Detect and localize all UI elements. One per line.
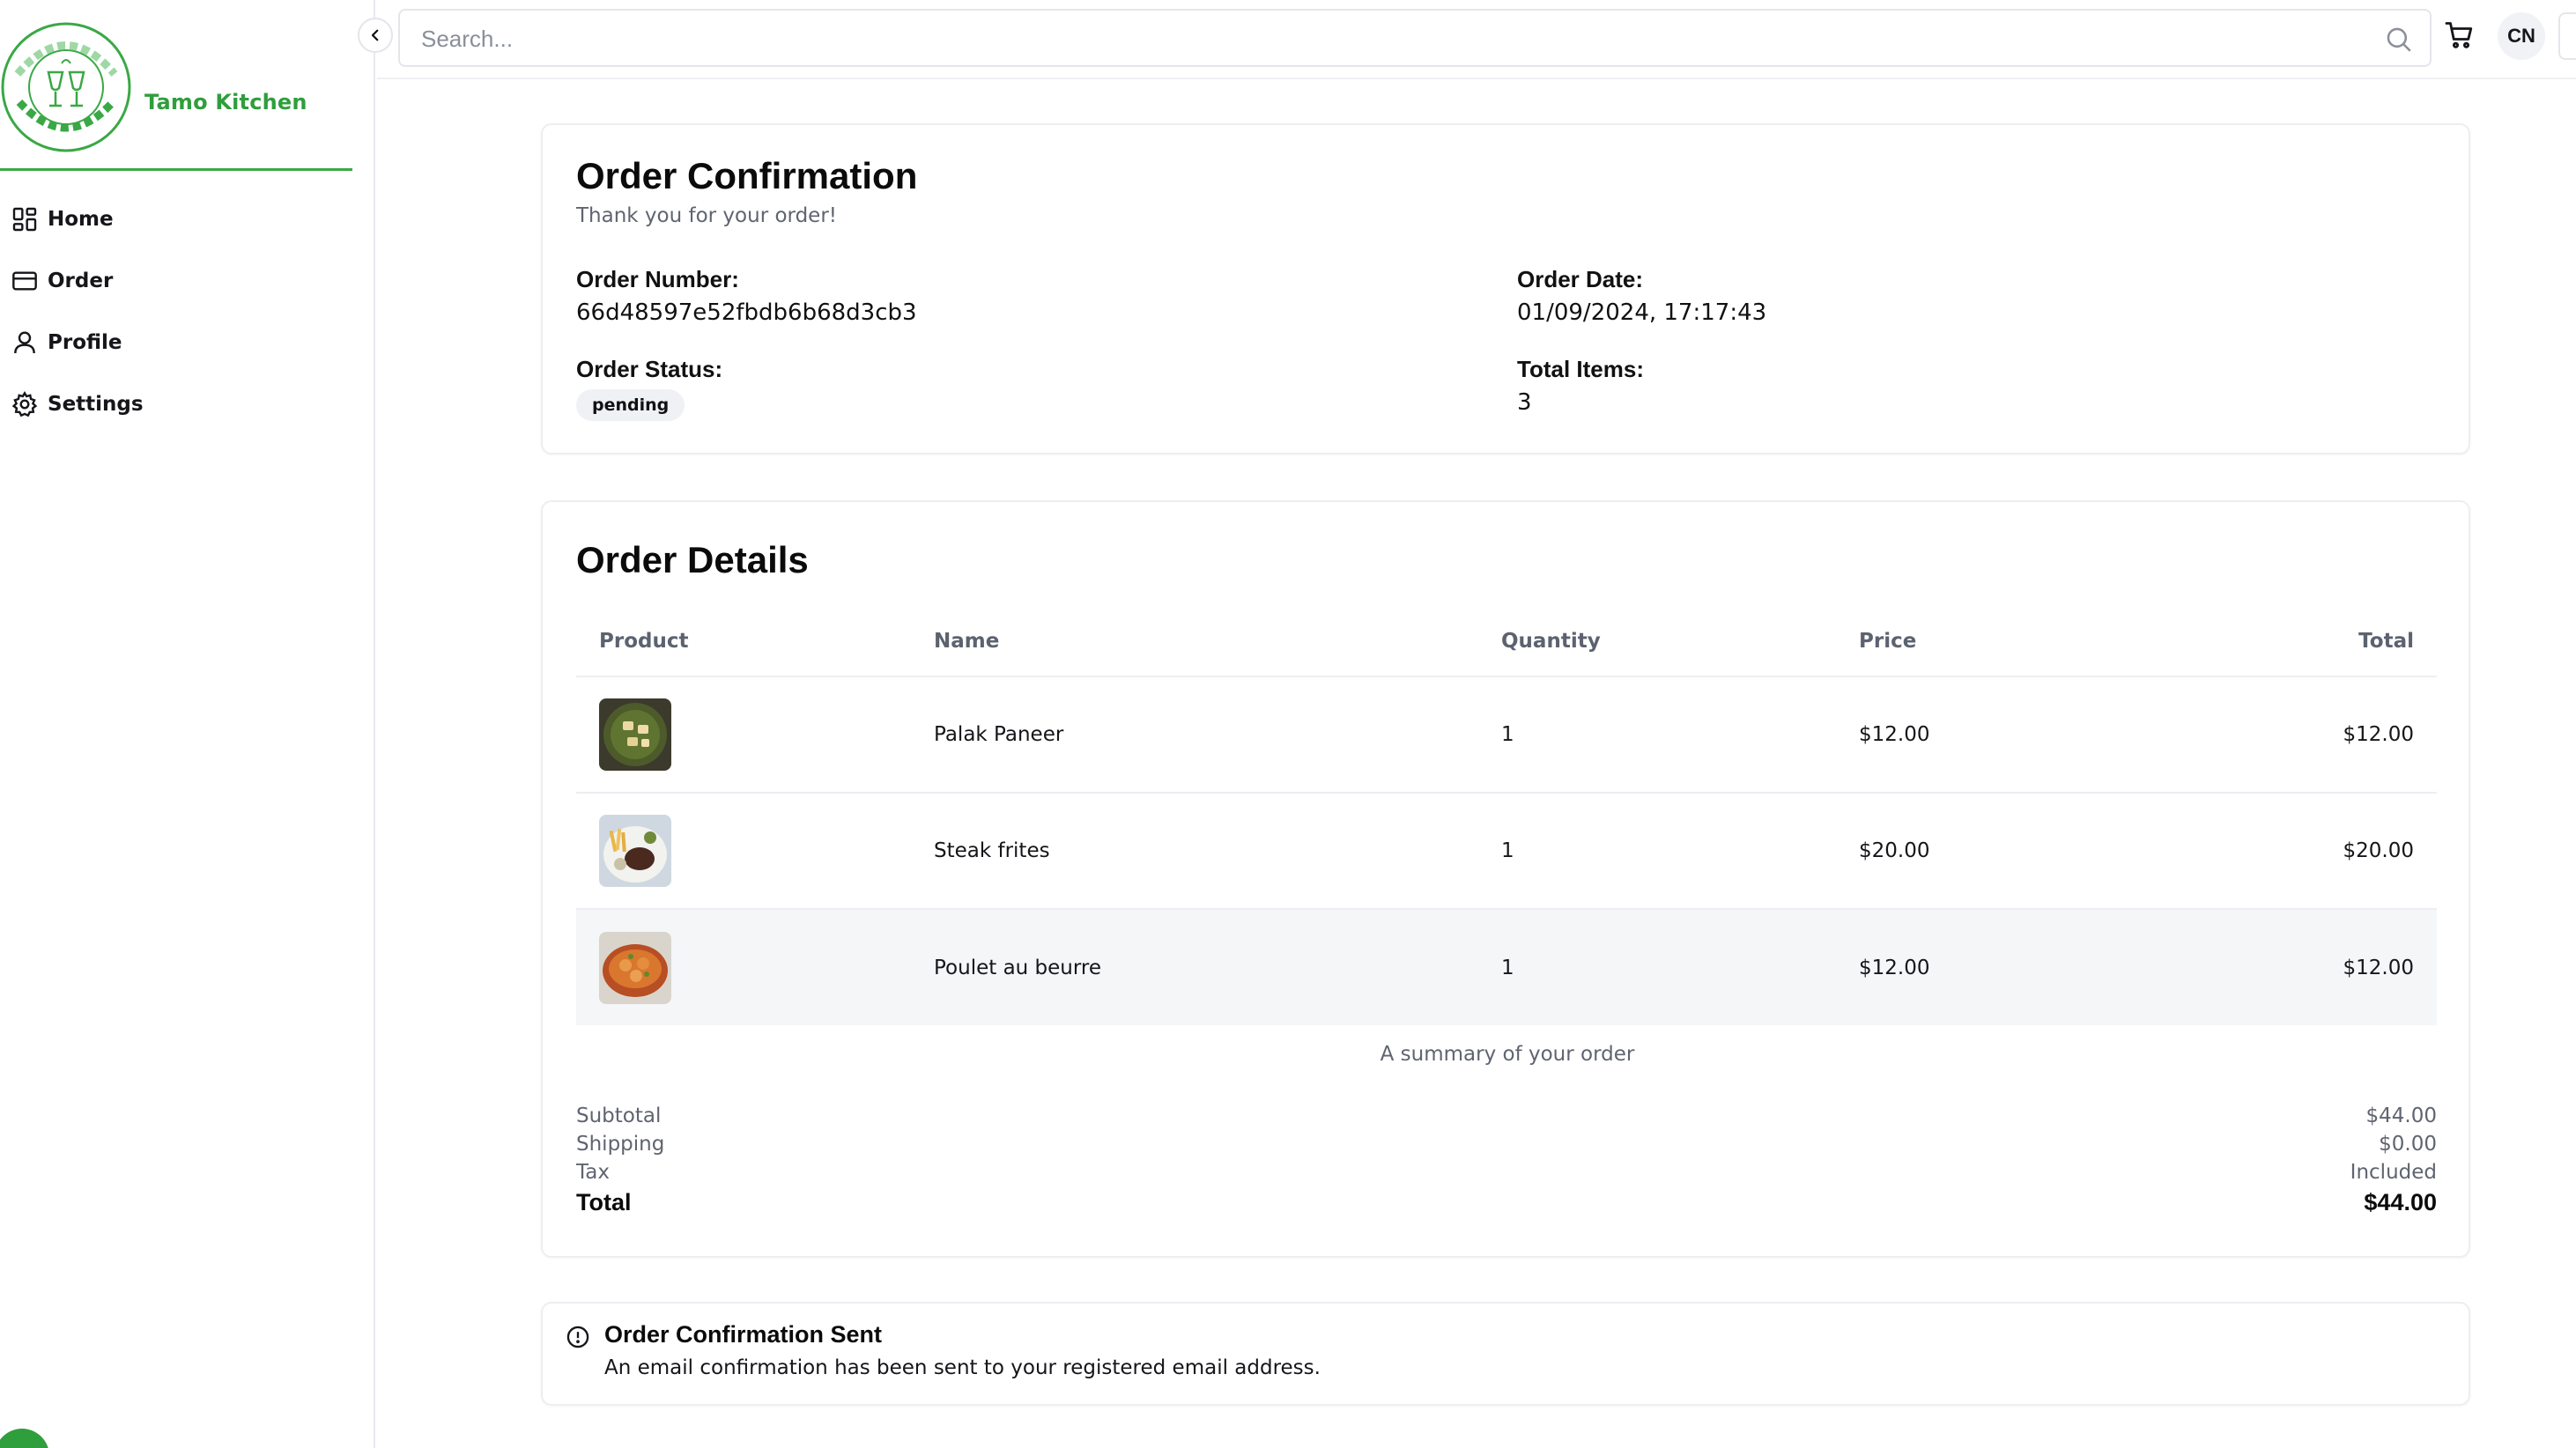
- info-icon: [566, 1326, 589, 1348]
- chevron-left-icon: [371, 29, 379, 41]
- brand-header: Tamo Kitchen: [0, 16, 352, 171]
- table-row: Palak Paneer 1 $12.00 $12.00: [576, 676, 2437, 794]
- sidebar-item-home[interactable]: Home: [0, 188, 352, 250]
- page-title: Order Confirmation: [576, 155, 918, 196]
- sidebar-item-order[interactable]: Order: [0, 250, 352, 312]
- user-icon: [14, 331, 35, 354]
- sidebar-nav: Home Order Profile Settings: [0, 188, 352, 435]
- product-image-poulet-au-beurre: [599, 931, 671, 1004]
- order-number-value: 66d48597e52fbdb6b68d3cb3: [576, 299, 917, 326]
- sidebar-item-settings[interactable]: Settings: [0, 373, 352, 435]
- table-row: Steak frites 1 $20.00 $20.00: [576, 793, 2437, 910]
- summary-tax-row: Tax Included: [576, 1161, 2437, 1189]
- sidebar-item-label: Settings: [48, 393, 144, 416]
- user-avatar[interactable]: [0, 1429, 49, 1448]
- total-label: Total: [576, 1189, 632, 1215]
- total-items-label: Total Items:: [1517, 356, 1644, 382]
- order-details-card: Order Details Product Name Quantity Pric…: [541, 500, 2470, 1258]
- confirmation-sent-alert: Order Confirmation Sent An email confirm…: [541, 1302, 2470, 1406]
- order-items-table: Product Name Quantity Price Total Palak …: [576, 606, 2437, 1025]
- order-details-title: Order Details: [576, 539, 809, 580]
- search-input[interactable]: [421, 21, 2359, 56]
- sidebar-item-profile[interactable]: Profile: [0, 312, 352, 373]
- more-options-button[interactable]: [2558, 12, 2576, 60]
- product-image-palak-paneer: [599, 698, 671, 771]
- collapse-sidebar-button[interactable]: [358, 18, 393, 53]
- product-name: Palak Paneer: [911, 676, 1478, 794]
- alert-title: Order Confirmation Sent: [604, 1321, 883, 1348]
- product-total: $12.00: [2100, 676, 2437, 794]
- gear-icon: [11, 390, 38, 417]
- sidebar: Tamo Kitchen Home Order Profile Settings: [0, 0, 375, 1448]
- column-header-price: Price: [1836, 606, 2100, 677]
- search-icon[interactable]: [2384, 25, 2414, 55]
- topbar-divider: [377, 78, 2576, 79]
- product-quantity: 1: [1478, 793, 1836, 910]
- product-name: Steak frites: [911, 793, 1478, 910]
- avatar[interactable]: CN: [2498, 12, 2545, 60]
- search-bar: [398, 9, 2432, 67]
- tax-value: Included: [2350, 1161, 2437, 1184]
- product-cell: [576, 676, 911, 794]
- status-badge: pending: [576, 389, 685, 421]
- confirmation-subtitle: Thank you for your order!: [576, 204, 838, 227]
- summary-subtotal-row: Subtotal $44.00: [576, 1104, 2437, 1133]
- subtotal-value: $44.00: [2365, 1104, 2437, 1127]
- product-price: $12.00: [1836, 676, 2100, 794]
- product-total: $12.00: [2100, 909, 2437, 1025]
- product-name: Poulet au beurre: [911, 909, 1478, 1025]
- sidebar-item-label: Profile: [48, 331, 122, 354]
- alert-description: An email confirmation has been sent to y…: [604, 1356, 1321, 1379]
- column-header-quantity: Quantity: [1478, 606, 1836, 677]
- shipping-label: Shipping: [576, 1133, 665, 1156]
- product-price: $12.00: [1836, 909, 2100, 1025]
- total-value: $44.00: [2364, 1189, 2437, 1215]
- product-cell: [576, 909, 911, 1025]
- sidebar-item-label: Order: [48, 270, 114, 292]
- table-header-row: Product Name Quantity Price Total: [576, 606, 2437, 677]
- brand-logo[interactable]: [0, 21, 132, 153]
- product-quantity: 1: [1478, 676, 1836, 794]
- order-date-label: Order Date:: [1517, 266, 1644, 292]
- summary-shipping-row: Shipping $0.00: [576, 1133, 2437, 1161]
- order-date-value: 01/09/2024, 17:17:43: [1517, 299, 1767, 326]
- brand-name[interactable]: Tamo Kitchen: [144, 90, 307, 115]
- shipping-value: $0.00: [2379, 1133, 2437, 1156]
- credit-card-icon: [12, 271, 37, 291]
- grid-icon: [12, 207, 37, 232]
- table-caption: A summary of your order: [1380, 1043, 1635, 1066]
- cart-icon[interactable]: [2444, 19, 2476, 51]
- product-cell: [576, 793, 911, 910]
- order-confirmation-card: Order Confirmation Thank you for your or…: [541, 123, 2470, 454]
- column-header-total: Total: [2100, 606, 2437, 677]
- total-items-value: 3: [1517, 389, 1532, 416]
- sidebar-item-label: Home: [48, 208, 114, 231]
- order-status-label: Order Status:: [576, 356, 723, 382]
- summary-total-row: Total $44.00: [576, 1189, 2437, 1217]
- table-row: Poulet au beurre 1 $12.00 $12.00: [576, 909, 2437, 1025]
- tax-label: Tax: [576, 1161, 610, 1184]
- product-image-steak-frites: [599, 815, 671, 887]
- product-total: $20.00: [2100, 793, 2437, 910]
- column-header-name: Name: [911, 606, 1478, 677]
- subtotal-label: Subtotal: [576, 1104, 662, 1127]
- order-number-label: Order Number:: [576, 266, 739, 292]
- column-header-product: Product: [576, 606, 911, 677]
- product-quantity: 1: [1478, 909, 1836, 1025]
- product-price: $20.00: [1836, 793, 2100, 910]
